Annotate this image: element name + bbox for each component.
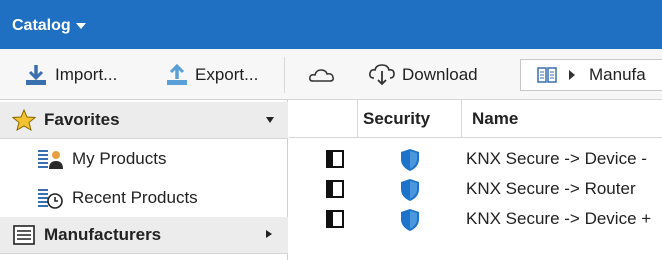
device-icon — [326, 210, 344, 228]
my-products-icon — [38, 150, 63, 169]
expand-arrow-icon[interactable] — [266, 230, 272, 238]
my-products-label: My Products — [72, 149, 167, 168]
product-grid: Security Name KNX Secure -> Device - KNX… — [289, 100, 662, 260]
export-button[interactable]: Export... — [164, 61, 258, 89]
column-divider[interactable] — [461, 100, 462, 138]
cloud-icon — [309, 69, 334, 82]
import-icon — [26, 65, 46, 85]
manufacturers-label: Manufacturers — [44, 225, 162, 244]
sidebar: Favorites My Products Recent Products Ma… — [0, 100, 288, 260]
product-name: KNX Secure -> Device + — [466, 209, 652, 228]
column-header-name[interactable]: Name — [472, 100, 518, 138]
title-bar: Catalog — [0, 0, 662, 49]
device-icon — [326, 180, 344, 198]
manufacturers-header[interactable]: Manufacturers — [0, 217, 288, 254]
download-button[interactable]: Download — [367, 61, 478, 89]
device-icon — [326, 150, 344, 168]
product-name: KNX Secure -> Device - — [466, 149, 647, 168]
export-icon — [167, 63, 187, 85]
breadcrumb-text: Manufa — [589, 65, 646, 84]
product-name: KNX Secure -> Router — [466, 179, 636, 198]
breadcrumb[interactable]: Manufa — [520, 59, 662, 91]
recent-products-label: Recent Products — [72, 188, 198, 207]
download-label: Download — [402, 65, 478, 84]
column-header-icon[interactable] — [289, 100, 357, 138]
sidebar-item-recent-products[interactable]: Recent Products — [36, 183, 198, 213]
manufacturers-list-icon — [13, 225, 35, 245]
shield-icon — [401, 179, 419, 201]
toolbar-separator — [284, 57, 285, 93]
export-label: Export... — [195, 65, 259, 84]
grid-header: Security Name — [289, 100, 662, 138]
cloud-download-icon — [369, 64, 395, 86]
recent-products-icon — [38, 189, 63, 209]
table-row[interactable]: KNX Secure -> Router — [289, 174, 662, 204]
catalog-menu-button[interactable]: Catalog — [12, 14, 86, 38]
column-divider[interactable] — [357, 100, 358, 138]
shield-icon — [401, 149, 419, 171]
favorites-label: Favorites — [44, 110, 120, 129]
table-row[interactable]: KNX Secure -> Device - — [289, 144, 662, 174]
breadcrumb-chevron-icon — [569, 70, 575, 80]
sidebar-item-my-products[interactable]: My Products — [36, 144, 166, 174]
catalog-book-icon — [537, 67, 557, 83]
cloud-button[interactable] — [308, 61, 341, 89]
favorites-header[interactable]: Favorites — [0, 102, 288, 139]
star-icon — [12, 109, 36, 131]
caret-down-icon — [75, 23, 86, 29]
shield-icon — [401, 209, 419, 231]
import-button[interactable]: Import... — [24, 61, 117, 89]
column-header-security[interactable]: Security — [363, 100, 430, 138]
catalog-menu-label: Catalog — [12, 17, 71, 34]
toolbar: Import... Export... Download Manufa — [0, 49, 662, 100]
import-label: Import... — [55, 65, 118, 84]
table-row[interactable]: KNX Secure -> Device + — [289, 204, 662, 234]
dropdown-arrow-icon[interactable] — [266, 117, 274, 123]
